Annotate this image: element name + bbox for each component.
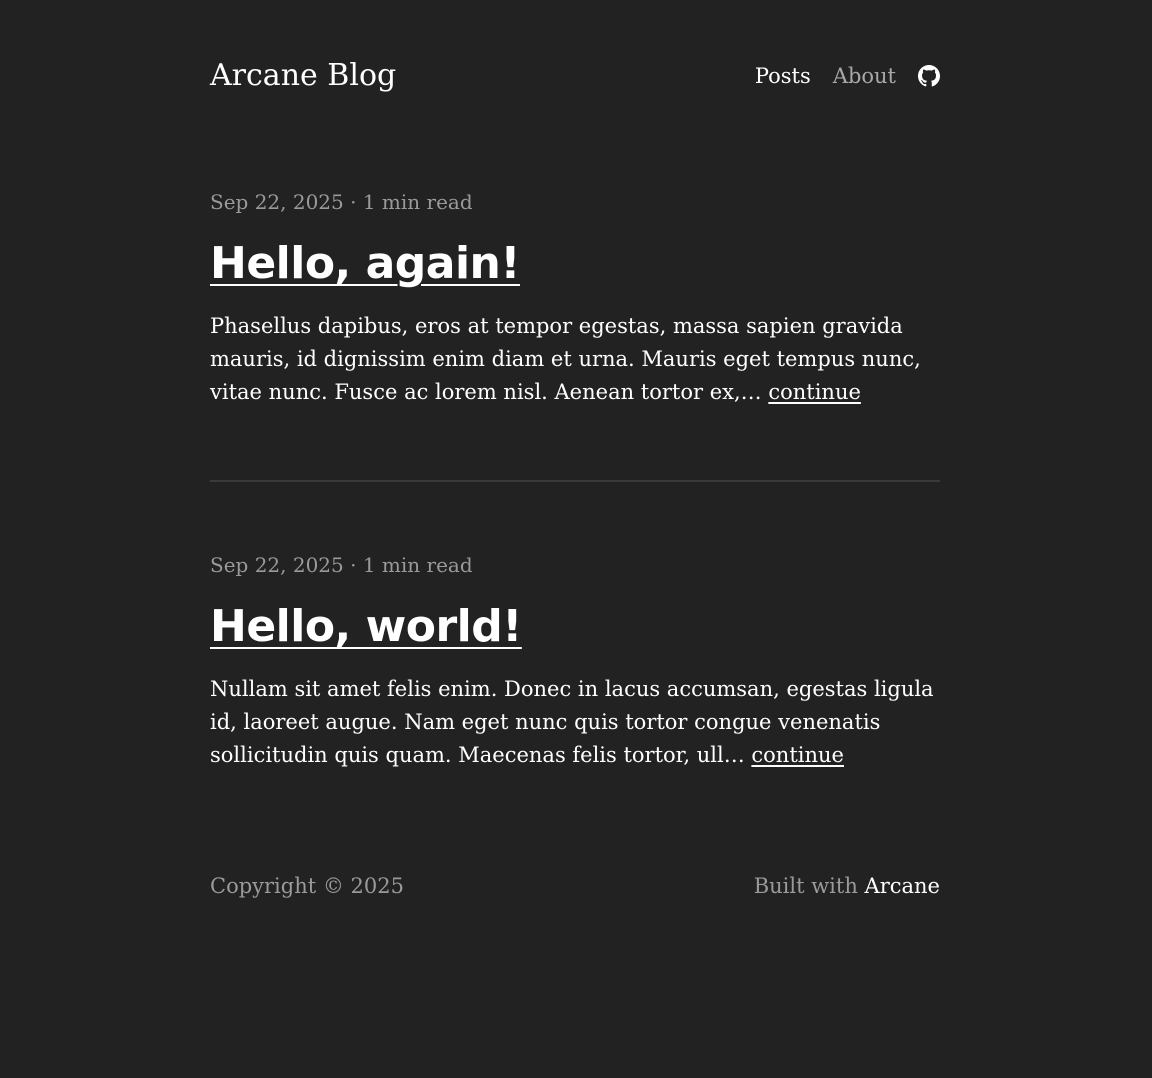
copyright-text: Copyright © 2025 <box>210 874 404 898</box>
nav-posts-link[interactable]: Posts <box>755 62 811 90</box>
post-title-link[interactable]: Hello, again! <box>210 236 520 292</box>
post-excerpt: Nullam sit amet felis enim. Donec in lac… <box>210 673 940 772</box>
post-excerpt: Phasellus dapibus, eros at tempor egesta… <box>210 310 940 409</box>
nav-about-link[interactable]: About <box>833 62 896 90</box>
post-meta: Sep 22, 2025 · 1 min read <box>210 190 473 214</box>
github-link[interactable] <box>918 65 940 87</box>
main-nav: Posts About <box>755 62 940 90</box>
post-meta: Sep 22, 2025 · 1 min read <box>210 553 473 577</box>
built-with-label: Built with <box>753 874 865 898</box>
built-with: Built with Arcane <box>754 874 940 898</box>
continue-link[interactable]: continue <box>751 743 844 767</box>
site-title-link[interactable]: Arcane Blog <box>210 56 396 96</box>
post-divider <box>210 480 940 482</box>
github-icon <box>918 65 940 87</box>
continue-link[interactable]: continue <box>768 380 861 404</box>
arcane-link[interactable]: Arcane <box>865 874 940 898</box>
post-item: Sep 22, 2025 · 1 min read Hello, again! … <box>210 188 940 409</box>
site-footer: Copyright © 2025 Built with Arcane <box>210 874 940 904</box>
site-header: Arcane Blog Posts About <box>210 56 940 100</box>
post-title-link[interactable]: Hello, world! <box>210 599 522 655</box>
post-item: Sep 22, 2025 · 1 min read Hello, world! … <box>210 551 940 772</box>
